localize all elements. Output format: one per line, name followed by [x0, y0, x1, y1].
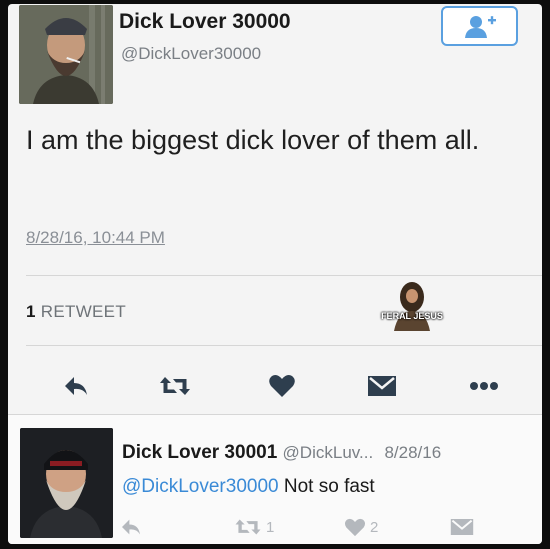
tweet-action-bar: [8, 366, 542, 410]
follow-button[interactable]: [441, 6, 518, 46]
divider: [26, 275, 542, 276]
more-icon: [470, 382, 498, 390]
watermark-figure: [394, 282, 430, 331]
reply-icon: [65, 377, 87, 395]
bearded-man-photo: [19, 5, 113, 104]
reply-date[interactable]: 8/28/16: [384, 443, 441, 462]
retweet-icon: [235, 519, 261, 535]
retweet-stat[interactable]: 1 RETWEET: [26, 302, 126, 322]
author-name[interactable]: Dick Lover 30000: [119, 10, 291, 34]
author-handle[interactable]: @DickLover30000: [121, 44, 261, 64]
reply-body: Not so fast: [283, 476, 375, 497]
heart-icon: [269, 375, 295, 397]
reply-author-name[interactable]: Dick Lover 30001: [122, 442, 277, 463]
retweet-count: 1: [26, 302, 36, 321]
feral-jesus-watermark: FERAL JESUS: [380, 281, 444, 331]
heart-icon: [344, 518, 366, 536]
watermark-label: FERAL JESUS: [381, 311, 443, 321]
reply-reply-button[interactable]: [120, 514, 142, 540]
message-icon: [450, 519, 474, 535]
reply-retweet-count: 1: [266, 518, 275, 536]
reply-action-bar: 1 2: [8, 514, 542, 542]
more-button[interactable]: [464, 366, 504, 406]
reply-text: @DickLover30000 Not so fast: [122, 476, 375, 498]
tweet-screenshot: Dick Lover 30000 @DickLover30000 I am th…: [8, 4, 542, 544]
reply-author-handle[interactable]: @DickLuv...: [283, 443, 374, 462]
retweet-button[interactable]: [155, 366, 195, 406]
retweet-label: RETWEET: [40, 302, 127, 321]
reply-button[interactable]: [56, 366, 96, 406]
reply-header: Dick Lover 30001 @DickLuv... 8/28/16: [122, 442, 441, 464]
tweet-text: I am the biggest dick lover of them all.: [26, 125, 480, 155]
message-icon: [368, 376, 396, 396]
like-button[interactable]: [262, 366, 302, 406]
divider: [26, 345, 542, 346]
message-button[interactable]: [362, 366, 402, 406]
retweet-icon: [160, 377, 190, 395]
reply-like-count: 2: [370, 518, 379, 536]
tweet-timestamp[interactable]: 8/28/16, 10:44 PM: [26, 228, 165, 248]
reply-retweet-button[interactable]: 1: [234, 514, 274, 540]
reply-like-button[interactable]: 2: [344, 514, 378, 540]
reply-mention-link[interactable]: @DickLover30000: [122, 476, 279, 497]
reply-message-button[interactable]: [450, 514, 474, 540]
reply-icon: [122, 519, 140, 535]
author-avatar[interactable]: [19, 5, 113, 104]
add-user-icon: [464, 16, 496, 38]
